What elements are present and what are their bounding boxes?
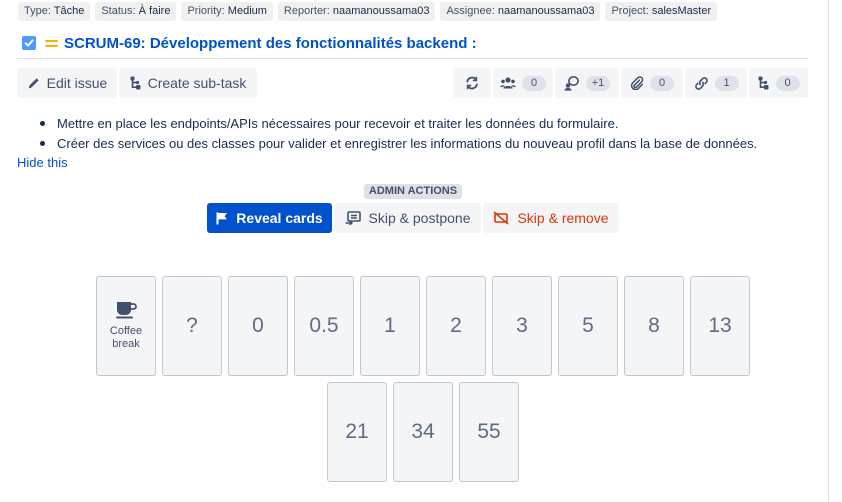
- card-0[interactable]: 0: [228, 276, 288, 376]
- meta-priority-badge: Priority: Medium: [181, 2, 273, 21]
- refresh-button[interactable]: [453, 68, 491, 98]
- issue-description: Mettre en place les endpoints/APIs néces…: [39, 115, 829, 155]
- issue-title[interactable]: SCRUM-69: Développement des fonctionnali…: [64, 35, 477, 52]
- create-subtask-label: Create sub-task: [147, 75, 247, 91]
- subtask-count-icon: [758, 76, 770, 91]
- edit-issue-button[interactable]: Edit issue: [17, 68, 117, 98]
- card-5[interactable]: 5: [558, 276, 618, 376]
- skip-remove-label: Skip & remove: [517, 210, 609, 226]
- priority-medium-icon: [45, 39, 58, 47]
- users-icon: [500, 76, 516, 90]
- coffee-break-label: Coffee break: [109, 325, 143, 350]
- issue-meta-bar: Type: Tâche Status: À faire Priority: Me…: [18, 2, 718, 22]
- hide-description-link[interactable]: Hide this: [17, 155, 68, 170]
- edit-issue-label: Edit issue: [46, 75, 108, 91]
- card-0-5[interactable]: 0.5: [294, 276, 354, 376]
- meta-type-badge: Type: Tâche: [18, 2, 91, 21]
- skip-postpone-button[interactable]: Skip & postpone: [334, 203, 481, 233]
- refresh-icon: [464, 75, 480, 91]
- postpone-icon: [345, 211, 361, 225]
- attachments-count: 0: [650, 75, 674, 91]
- subtasks-counter-button[interactable]: 0: [749, 68, 808, 98]
- skip-remove-button[interactable]: Skip & remove: [483, 203, 619, 233]
- meta-status-badge: Status: À faire: [95, 2, 177, 21]
- voters-count: +1: [585, 75, 611, 91]
- skip-postpone-label: Skip & postpone: [368, 210, 471, 226]
- attachments-counter-button[interactable]: 0: [621, 68, 683, 98]
- card-1[interactable]: 1: [360, 276, 420, 376]
- meta-assignee-badge: Assignee: naamanoussama03: [440, 2, 601, 21]
- card-2[interactable]: 2: [426, 276, 486, 376]
- flag-icon: [216, 212, 228, 225]
- subtask-icon: [130, 76, 142, 91]
- admin-actions-label: ADMIN ACTIONS: [364, 184, 462, 199]
- meta-project-badge: Project: salesMaster: [605, 2, 718, 21]
- link-icon: [694, 76, 709, 91]
- right-divider: [828, 0, 829, 502]
- task-type-checkbox-icon: [22, 36, 36, 50]
- voters-counter-button[interactable]: +1: [555, 68, 619, 98]
- meta-reporter-badge: Reporter: naamanoussama03: [277, 2, 436, 21]
- card-34[interactable]: 34: [393, 382, 453, 482]
- reveal-cards-button[interactable]: Reveal cards: [207, 203, 332, 233]
- pencil-icon: [27, 76, 41, 90]
- reveal-cards-label: Reveal cards: [236, 210, 323, 226]
- create-subtask-button[interactable]: Create sub-task: [119, 68, 257, 98]
- card-13[interactable]: 13: [690, 276, 750, 376]
- users-counter-button[interactable]: 0: [493, 68, 553, 98]
- card-8[interactable]: 8: [624, 276, 684, 376]
- subtasks-count: 0: [775, 75, 800, 91]
- card-55[interactable]: 55: [459, 382, 519, 482]
- description-item: Créer des services ou des classes pour v…: [39, 135, 829, 155]
- links-counter-button[interactable]: 1: [685, 68, 747, 98]
- card-3[interactable]: 3: [492, 276, 552, 376]
- card-21[interactable]: 21: [327, 382, 387, 482]
- links-count: 1: [714, 75, 739, 91]
- title-divider: [17, 58, 808, 59]
- card-question[interactable]: ?: [162, 276, 222, 376]
- voters-icon: [564, 75, 580, 91]
- card-coffee-break[interactable]: Coffee break: [96, 276, 156, 376]
- users-count: 0: [522, 75, 546, 91]
- description-item: Mettre en place les endpoints/APIs néces…: [39, 115, 829, 135]
- coffee-cup-icon: [115, 301, 137, 319]
- remove-icon: [493, 211, 509, 225]
- attachment-icon: [630, 76, 644, 90]
- issue-title-row: SCRUM-69: Développement des fonctionnali…: [22, 33, 477, 53]
